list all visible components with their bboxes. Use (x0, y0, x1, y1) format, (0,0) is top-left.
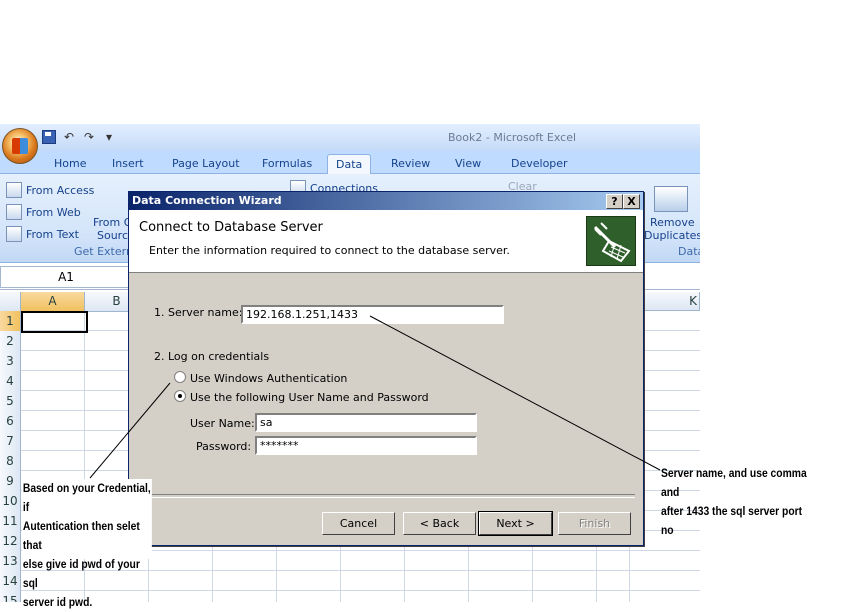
server-note-line-1: Server name, and use comma and (661, 466, 807, 499)
office-logo-icon (12, 138, 28, 154)
server-callout-line (369, 315, 661, 471)
credential-note-line-3: else give id pwd of your sql (22, 557, 140, 590)
credential-callout-line (89, 382, 171, 479)
office-button[interactable] (2, 128, 38, 164)
credential-note: Based on your Credential, if Autenticati… (22, 479, 152, 609)
credential-note-line-4: server id pwd. (22, 595, 93, 609)
credential-note-line-1: Based on your Credential, if (22, 481, 151, 514)
credential-note-line-2: Autentication then selet that (22, 519, 140, 552)
server-note-line-2: after 1433 the sql server port no (661, 504, 803, 537)
server-note: Server name, and use comma and after 143… (661, 464, 816, 540)
